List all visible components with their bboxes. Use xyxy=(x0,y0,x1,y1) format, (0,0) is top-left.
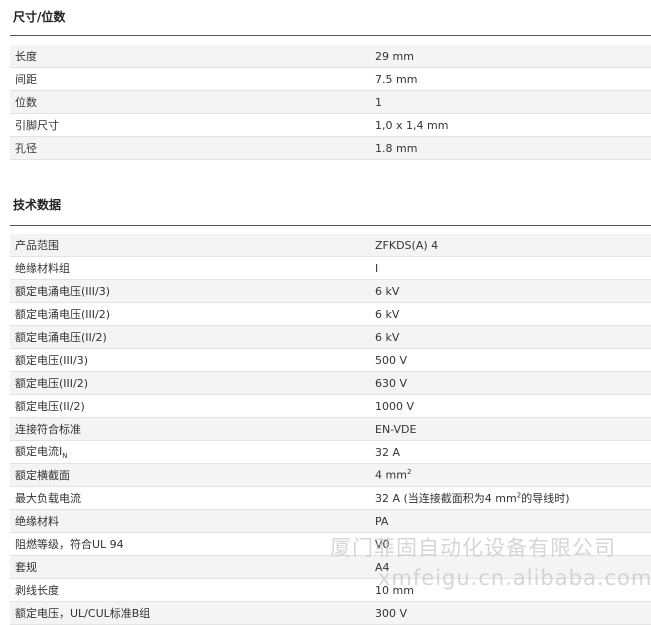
table-row: 产品范围 ZFKDS(A) 4 xyxy=(10,234,651,257)
row-label: 连接符合标准 xyxy=(10,417,370,441)
row-label: 阻燃等级，符合UL 94 xyxy=(10,532,370,556)
row-value: 6 kV xyxy=(370,302,651,326)
row-value: 500 V xyxy=(370,348,651,372)
row-label: 绝缘材料组 xyxy=(10,256,370,280)
row-label: 孔径 xyxy=(10,136,370,160)
table-row: 绝缘材料 PA xyxy=(10,509,651,533)
table-row: 额定电流IN 32 A xyxy=(10,440,651,464)
row-value: I xyxy=(370,256,651,280)
table-row: 间距 7.5 mm xyxy=(10,67,651,91)
table-row: 位数 1 xyxy=(10,90,651,114)
row-label: 额定电压(II/2) xyxy=(10,394,370,418)
row-value: 4 mm2 xyxy=(370,463,651,487)
tech-title: 技术数据 xyxy=(13,198,62,212)
table-row: 额定电压(III/3) 500 V xyxy=(10,348,651,372)
row-value: 6 kV xyxy=(370,325,651,349)
table-row: 连接符合标准 EN-VDE xyxy=(10,417,651,441)
row-value: 7.5 mm xyxy=(370,67,651,91)
row-value: 32 A (当连接截面积为4 mm2的导线时) xyxy=(370,486,651,510)
row-label: 额定电涌电压(III/3) xyxy=(10,279,370,303)
row-value: 300 V xyxy=(370,601,651,625)
dimensions-title: 尺寸/位数 xyxy=(13,10,66,24)
watermark-company: 厦门菲固自动化设备有限公司 xyxy=(330,536,616,560)
row-label: 额定电压，UL/CUL标准B组 xyxy=(10,601,370,625)
table-row: 额定电压(II/2) 1000 V xyxy=(10,394,651,418)
row-label: 额定横截面 xyxy=(10,463,370,487)
table-row: 额定电涌电压(II/2) 6 kV xyxy=(10,325,651,349)
row-label: 额定电涌电压(III/2) xyxy=(10,302,370,326)
row-label: 间距 xyxy=(10,67,370,91)
row-value: ZFKDS(A) 4 xyxy=(370,234,651,257)
row-label: 额定电涌电压(II/2) xyxy=(10,325,370,349)
row-label: 剥线长度 xyxy=(10,578,370,602)
table-row: 长度 29 mm xyxy=(10,45,651,68)
row-value: 1.8 mm xyxy=(370,136,651,160)
row-label: 绝缘材料 xyxy=(10,509,370,533)
row-value: 32 A xyxy=(370,440,651,464)
row-label: 产品范围 xyxy=(10,234,370,257)
table-row: 额定横截面 4 mm2 xyxy=(10,463,651,487)
row-label: 额定电压(III/2) xyxy=(10,371,370,395)
table-row: 引脚尺寸 1,0 x 1,4 mm xyxy=(10,113,651,137)
row-value: 1,0 x 1,4 mm xyxy=(370,113,651,137)
row-label: 额定电流IN xyxy=(10,440,370,464)
watermark-url: xmfeigu.cn.alibaba.com xyxy=(378,566,651,590)
row-value: 6 kV xyxy=(370,279,651,303)
table-row: 额定电压(III/2) 630 V xyxy=(10,371,651,395)
table-row: 额定电涌电压(III/2) 6 kV xyxy=(10,302,651,326)
row-label: 引脚尺寸 xyxy=(10,113,370,137)
table-row: 额定电压，UL/CUL标准B组 300 V xyxy=(10,601,651,625)
row-value: 1 xyxy=(370,90,651,114)
table-row: 最大负载电流 32 A (当连接截面积为4 mm2的导线时) xyxy=(10,486,651,510)
row-value: 630 V xyxy=(370,371,651,395)
row-value: 1000 V xyxy=(370,394,651,418)
table-row: 孔径 1.8 mm xyxy=(10,136,651,160)
row-label: 最大负载电流 xyxy=(10,486,370,510)
row-label: 位数 xyxy=(10,90,370,114)
table-row: 绝缘材料组 I xyxy=(10,256,651,280)
row-label: 额定电压(III/3) xyxy=(10,348,370,372)
dimensions-table: 长度 29 mm 间距 7.5 mm 位数 1 引脚尺寸 1,0 x 1,4 mm 孔径 1.8 … xyxy=(10,45,651,160)
row-value: PA xyxy=(370,509,651,533)
table-row: 额定电涌电压(III/3) 6 kV xyxy=(10,279,651,303)
row-label: 套规 xyxy=(10,555,370,579)
row-value: 29 mm xyxy=(370,45,651,68)
tech-rule xyxy=(10,225,651,226)
row-label: 长度 xyxy=(10,45,370,68)
dimensions-rule xyxy=(10,35,651,36)
row-value: EN-VDE xyxy=(370,417,651,441)
